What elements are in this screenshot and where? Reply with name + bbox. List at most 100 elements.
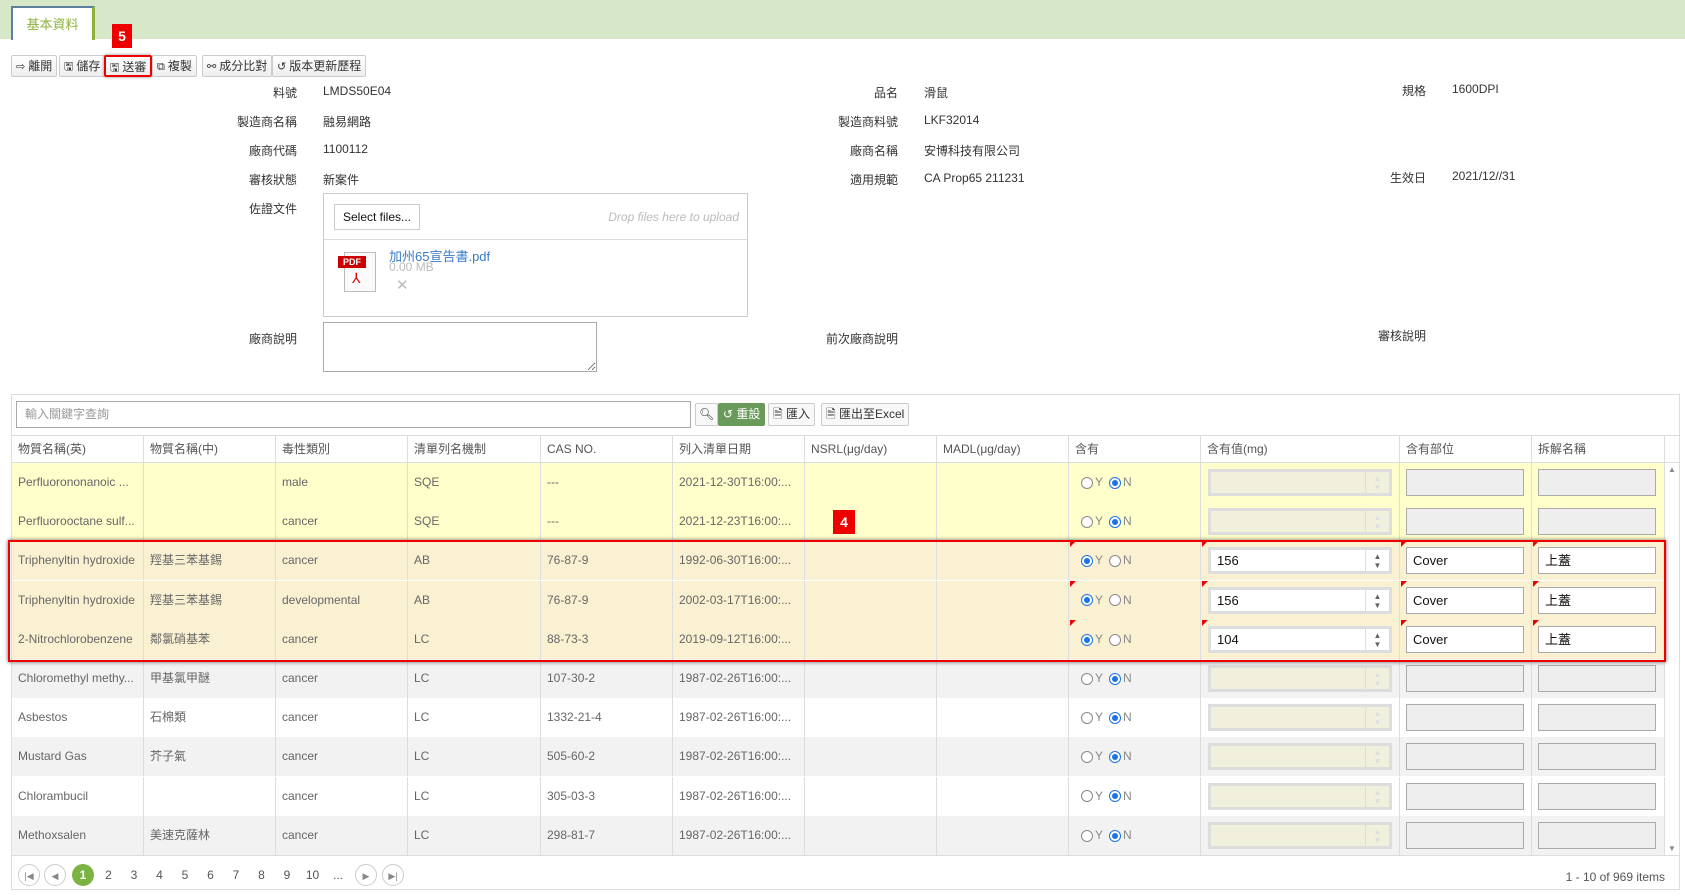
radio-no[interactable] <box>1109 790 1122 803</box>
cell-tox: cancer <box>276 698 408 738</box>
radio-yes[interactable] <box>1081 751 1093 764</box>
column-header[interactable]: 物質名稱(中) <box>144 436 276 463</box>
toolbar-button-history[interactable]: ↺ 版本更新歷程 <box>272 55 367 77</box>
column-header[interactable]: 清單列名機制 <box>408 436 541 463</box>
remove-file-icon[interactable]: ✕ <box>396 276 409 294</box>
table-row[interactable]: Mustard Gas 芥子氣 cancer LC 505-60-2 1987-02-26… <box>12 737 1665 777</box>
column-header[interactable]: 含有部位 <box>1400 436 1532 463</box>
quantity-stepper[interactable]: ▲ ▼ <box>1208 743 1392 771</box>
page-button[interactable]: 5 <box>174 864 196 886</box>
vendor-note-textarea[interactable] <box>323 322 597 372</box>
radio-yes[interactable] <box>1081 712 1093 725</box>
toolbar-button-save[interactable]: 🖫 儲存 <box>59 55 106 77</box>
quantity-stepper[interactable]: ▲ ▼ <box>1208 704 1392 732</box>
column-header[interactable]: 含有值(mg) <box>1201 436 1400 463</box>
column-header[interactable]: CAS NO. <box>541 436 673 463</box>
page-button[interactable]: 2 <box>98 864 120 886</box>
toolbar-button-exit[interactable]: ⇨ 離開 <box>11 55 58 77</box>
table-row[interactable]: Chloromethyl methy... 甲基氯甲醚 cancer LC 107-30… <box>12 659 1665 698</box>
column-header[interactable]: MADL(μg/day) <box>937 436 1069 463</box>
radio-yes[interactable] <box>1081 790 1093 803</box>
quantity-stepper[interactable]: ▲ ▼ <box>1208 469 1392 496</box>
radio-no[interactable] <box>1109 476 1122 489</box>
prev-page-button[interactable]: ◀ <box>44 864 66 886</box>
page-button[interactable]: 8 <box>251 864 273 886</box>
toolbar-button-link[interactable]: ⚯ 成分比對 <box>202 55 273 77</box>
column-header[interactable]: 拆解名稱 <box>1532 436 1665 463</box>
radio-yes[interactable] <box>1081 476 1093 489</box>
part-input[interactable] <box>1406 508 1524 536</box>
file-upload[interactable]: Select files... Drop files here to uploa… <box>323 193 748 317</box>
page-button[interactable]: 1 <box>72 864 94 886</box>
radio-no[interactable] <box>1109 829 1122 842</box>
quantity-stepper[interactable]: ▲ ▼ <box>1208 821 1392 849</box>
stepper-arrows-icon[interactable]: ▲ ▼ <box>1365 511 1389 533</box>
page-button[interactable]: 7 <box>225 864 247 886</box>
import-button[interactable]: 🗎 匯入 <box>768 403 816 426</box>
radio-yes[interactable] <box>1081 516 1093 529</box>
page-button[interactable]: 9 <box>276 864 298 886</box>
toolbar-button-label: 版本更新歷程 <box>289 59 362 73</box>
disassembly-input[interactable] <box>1538 743 1656 771</box>
column-header[interactable]: NSRL(μg/day) <box>805 436 937 463</box>
toolbar-button-copy[interactable]: ⧉ 複製 <box>152 55 197 77</box>
disassembly-input[interactable] <box>1538 782 1656 810</box>
part-input[interactable] <box>1406 821 1524 849</box>
table-row[interactable]: Chlorambucil cancer LC 305-03-3 1987-02-26T1… <box>12 776 1665 816</box>
radio-no[interactable] <box>1109 672 1122 685</box>
part-input[interactable] <box>1406 743 1524 771</box>
review-status-label: 審核狀態 <box>248 173 297 187</box>
select-files-button[interactable]: Select files... <box>334 204 420 230</box>
page-button[interactable]: 3 <box>123 864 145 886</box>
disassembly-input[interactable] <box>1538 508 1656 536</box>
radio-no[interactable] <box>1109 516 1122 529</box>
stepper-arrows-icon[interactable]: ▲ ▼ <box>1365 785 1389 807</box>
radio-yes[interactable] <box>1081 672 1093 685</box>
radio-no[interactable] <box>1109 751 1122 764</box>
table-row[interactable]: Perfluorononanoic ... male SQE --- 2021-12-3… <box>12 463 1665 502</box>
table-row[interactable]: Methoxsalen 美速克薩林 cancer LC 298-81-7 1987-02-… <box>12 815 1665 855</box>
stepper-arrows-icon[interactable]: ▲ ▼ <box>1365 707 1389 729</box>
radio-no[interactable] <box>1109 712 1122 725</box>
search-button[interactable]: 🔍︎ <box>695 403 719 426</box>
disassembly-input[interactable] <box>1538 665 1656 692</box>
drop-zone-hint[interactable]: Drop files here to upload <box>608 210 739 224</box>
stepper-arrows-icon[interactable]: ▲ ▼ <box>1365 668 1389 689</box>
stepper-arrows-icon[interactable]: ▲ ▼ <box>1365 746 1389 768</box>
disassembly-input[interactable] <box>1538 821 1656 849</box>
column-header[interactable]: 毒性類別 <box>276 436 408 463</box>
page-button[interactable]: ... <box>327 864 349 886</box>
part-input[interactable] <box>1406 469 1524 496</box>
quantity-stepper[interactable]: ▲ ▼ <box>1208 782 1392 810</box>
page-button[interactable]: 6 <box>200 864 222 886</box>
part-input[interactable] <box>1406 782 1524 810</box>
column-header[interactable]: 物質名稱(英) <box>12 436 144 463</box>
table-row[interactable]: Asbestos 石棉類 cancer LC 1332-21-4 1987-02-26T1… <box>12 698 1665 738</box>
page-button[interactable]: 4 <box>149 864 171 886</box>
stepper-arrows-icon[interactable]: ▲ ▼ <box>1365 824 1389 846</box>
stepper-arrows-icon[interactable]: ▲ ▼ <box>1365 472 1389 493</box>
reset-button[interactable]: ↺ 重設 <box>718 403 766 426</box>
last-page-button[interactable]: ▶| <box>382 864 404 886</box>
toolbar-button-submit[interactable]: 🖫 送審 <box>104 55 153 77</box>
part-input[interactable] <box>1406 665 1524 692</box>
next-page-button[interactable]: ▶ <box>355 864 377 886</box>
tab-basic-info[interactable]: 基本資料 <box>11 6 95 40</box>
cell-value: ▲ ▼ <box>1201 502 1400 542</box>
quantity-stepper[interactable]: ▲ ▼ <box>1208 665 1392 692</box>
first-page-button[interactable]: |◀ <box>18 864 40 886</box>
vertical-scrollbar[interactable]: ▲ ▼ <box>1665 463 1679 855</box>
radio-yes-label: Y <box>1095 671 1104 685</box>
radio-yes[interactable] <box>1081 829 1093 842</box>
column-header[interactable]: 列入清單日期 <box>673 436 805 463</box>
page-button[interactable]: 10 <box>302 864 324 886</box>
export-excel-button[interactable]: 🗎 匯出至Excel <box>821 403 910 426</box>
history-icon: ↺ <box>277 61 287 73</box>
disassembly-input[interactable] <box>1538 469 1656 496</box>
quantity-stepper[interactable]: ▲ ▼ <box>1208 508 1392 536</box>
disassembly-input[interactable] <box>1538 704 1656 732</box>
part-no-value: LMDS50E04 <box>323 84 392 98</box>
search-input[interactable]: 輸入關鍵字查詢 <box>16 401 691 428</box>
column-header[interactable]: 含有 <box>1069 436 1201 463</box>
part-input[interactable] <box>1406 704 1524 732</box>
